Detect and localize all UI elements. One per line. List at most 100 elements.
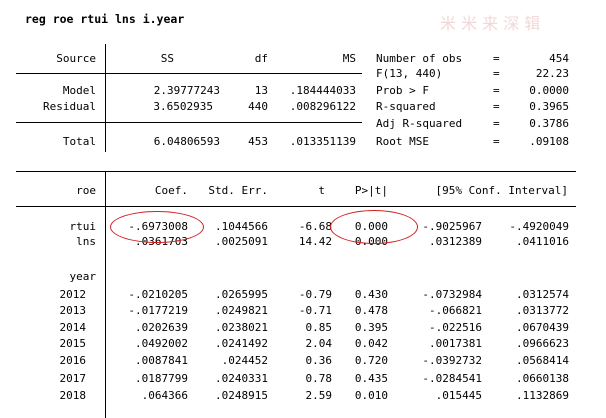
year-row-coef: .064366 bbox=[141, 389, 188, 402]
anova-header-df: df bbox=[254, 52, 268, 65]
coef-row-var: rtui bbox=[69, 220, 97, 233]
year-row-ci-low: -.066821 bbox=[429, 304, 482, 317]
year-row-var: 2017 bbox=[59, 372, 87, 385]
coef-row-se: .1044566 bbox=[215, 220, 268, 233]
anova-row-ms: .008296122 bbox=[289, 100, 356, 113]
anova-row-ss: 3.6502935 bbox=[153, 100, 213, 113]
stat-value: 0.3786 bbox=[529, 117, 569, 130]
stat-label: Root MSE bbox=[376, 135, 429, 148]
year-row-t: -0.71 bbox=[298, 304, 332, 317]
anova-total-label: Total bbox=[62, 135, 96, 148]
year-row-p: 0.478 bbox=[354, 304, 388, 317]
stat-equals: = bbox=[493, 52, 500, 65]
year-row-t: 0.36 bbox=[305, 354, 333, 367]
coef-highlight-circle bbox=[110, 211, 204, 243]
anova-column-rule bbox=[105, 44, 106, 152]
coef-row-se: .0025091 bbox=[215, 235, 268, 248]
year-row-coef: .0087841 bbox=[135, 354, 188, 367]
year-row-se: .0248915 bbox=[215, 389, 268, 402]
year-row-ci-high: .1132869 bbox=[516, 389, 569, 402]
year-row-p: 0.042 bbox=[354, 337, 388, 350]
year-row-se: .0265995 bbox=[215, 288, 268, 301]
coef-row-ci-high: .0411016 bbox=[516, 235, 569, 248]
anova-row-label: Residual bbox=[43, 100, 96, 113]
year-row-ci-low: .015445 bbox=[435, 389, 482, 402]
coef-header-t: t bbox=[318, 184, 325, 197]
coef-header-p: P>|t| bbox=[354, 184, 388, 197]
year-row-var: 2014 bbox=[59, 321, 87, 334]
year-row-coef: .0202639 bbox=[135, 321, 188, 334]
coef-header-se: Std. Err. bbox=[208, 184, 268, 197]
anova-row-df: 440 bbox=[248, 100, 268, 113]
year-row-ci-low: -.0284541 bbox=[422, 372, 482, 385]
year-row-ci-low: .0017381 bbox=[429, 337, 482, 350]
year-row-coef: -.0177219 bbox=[128, 304, 188, 317]
year-row-se: .0238021 bbox=[215, 321, 268, 334]
year-row-t: 0.85 bbox=[305, 321, 333, 334]
anova-total-ms: .013351139 bbox=[289, 135, 356, 148]
stat-value: 454 bbox=[549, 52, 569, 65]
year-row-ci-low: -.0392732 bbox=[422, 354, 482, 367]
year-row-ci-high: .0568414 bbox=[516, 354, 569, 367]
anova-header-source: Source bbox=[56, 52, 96, 65]
coef-column-rule bbox=[105, 171, 106, 418]
year-row-ci-low: -.022516 bbox=[429, 321, 482, 334]
year-row-t: 2.04 bbox=[305, 337, 333, 350]
year-row-ci-low: -.0732984 bbox=[422, 288, 482, 301]
year-row-t: -0.79 bbox=[298, 288, 332, 301]
coef-top-rule bbox=[16, 171, 576, 172]
year-row-ci-high: .0660138 bbox=[516, 372, 569, 385]
stat-label: Prob > F bbox=[376, 84, 429, 97]
stat-value: 0.0000 bbox=[529, 84, 569, 97]
stat-equals: = bbox=[493, 84, 500, 97]
year-row-var: 2016 bbox=[59, 354, 87, 367]
coef-header-var: roe bbox=[76, 184, 96, 197]
year-row-var: 2013 bbox=[59, 304, 87, 317]
year-row-coef: -.0210205 bbox=[128, 288, 188, 301]
year-row-t: 2.59 bbox=[305, 389, 333, 402]
stat-value: 22.23 bbox=[535, 67, 569, 80]
year-row-se: .0249821 bbox=[215, 304, 268, 317]
year-row-coef: .0187799 bbox=[135, 372, 188, 385]
year-row-var: 2018 bbox=[59, 389, 87, 402]
year-row-t: 0.78 bbox=[305, 372, 333, 385]
year-row-var: 2012 bbox=[59, 288, 87, 301]
stata-command: reg roe rtui lns i.year bbox=[25, 12, 185, 26]
coef-row-var: lns bbox=[76, 235, 96, 248]
year-row-coef: .0492002 bbox=[135, 337, 188, 350]
year-row-se: .024452 bbox=[221, 354, 268, 367]
year-row-ci-high: .0670439 bbox=[516, 321, 569, 334]
stat-equals: = bbox=[493, 135, 500, 148]
year-row-p: 0.010 bbox=[354, 389, 388, 402]
anova-row-df: 13 bbox=[254, 84, 268, 97]
anova-header-rule bbox=[16, 73, 362, 74]
coef-row-t: -6.68 bbox=[298, 220, 332, 233]
year-row-ci-high: .0966623 bbox=[516, 337, 569, 350]
anova-total-df: 453 bbox=[248, 135, 268, 148]
coef-row-ci-high: -.4920049 bbox=[509, 220, 569, 233]
year-row-p: 0.395 bbox=[354, 321, 388, 334]
watermark: 米 米 来 深 辑 bbox=[440, 14, 541, 33]
pvalue-highlight-circle bbox=[330, 210, 418, 244]
coef-row-t: 14.42 bbox=[298, 235, 332, 248]
stat-value: 0.3965 bbox=[529, 100, 569, 113]
stat-label: Number of obs bbox=[376, 52, 463, 65]
year-row-ci-high: .0313772 bbox=[516, 304, 569, 317]
anova-row-ms: .184444033 bbox=[289, 84, 356, 97]
factor-label-year: year bbox=[69, 270, 97, 283]
stat-label: Adj R-squared bbox=[376, 117, 463, 130]
coef-header-coef: Coef. bbox=[154, 184, 188, 197]
anova-header-ms: MS bbox=[342, 52, 356, 65]
year-row-p: 0.720 bbox=[354, 354, 388, 367]
year-row-p: 0.435 bbox=[354, 372, 388, 385]
year-row-se: .0241492 bbox=[215, 337, 268, 350]
coef-header-ci: [95% Conf. Interval] bbox=[435, 184, 568, 197]
stat-equals: = bbox=[493, 67, 500, 80]
year-row-var: 2015 bbox=[59, 337, 87, 350]
stat-equals: = bbox=[493, 117, 500, 130]
anova-row-label: Model bbox=[62, 84, 96, 97]
coef-row-ci-low: .0312389 bbox=[429, 235, 482, 248]
anova-total-rule bbox=[16, 122, 362, 123]
coef-header-rule bbox=[16, 206, 576, 207]
stat-label: R-squared bbox=[376, 100, 436, 113]
